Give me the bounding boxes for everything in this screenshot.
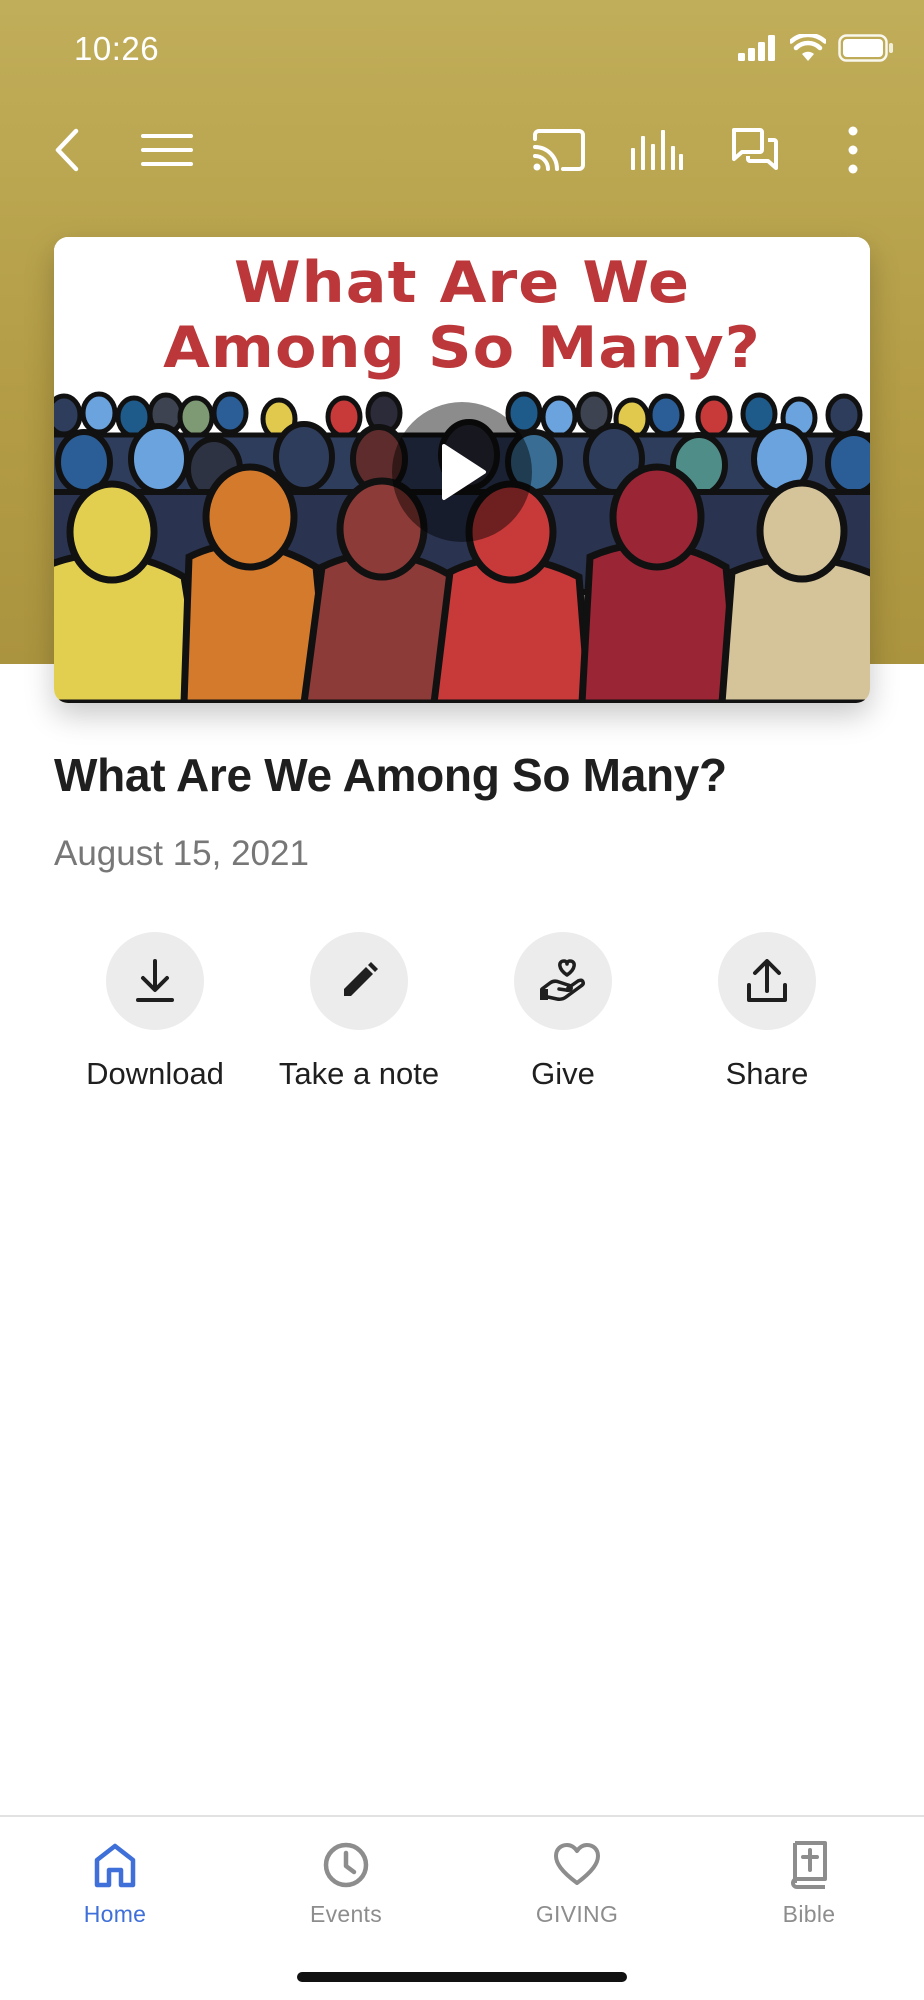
take-note-label: Take a note bbox=[278, 1056, 440, 1091]
take-note-button[interactable]: Take a note bbox=[259, 932, 459, 1092]
thumbnail-title-line1: What Are We bbox=[233, 250, 691, 316]
give-button[interactable]: Give bbox=[463, 932, 663, 1092]
nav-home[interactable]: Home bbox=[15, 1835, 215, 1928]
wifi-icon bbox=[790, 34, 826, 61]
nav-events-label: Events bbox=[309, 1901, 383, 1927]
nav-bible-label: Bible bbox=[782, 1901, 836, 1927]
share-icon bbox=[747, 959, 787, 1002]
video-thumbnail[interactable]: What Are We Among So Many? bbox=[54, 237, 870, 703]
nav-events[interactable]: Events bbox=[246, 1835, 446, 1928]
hamburger-menu-icon bbox=[141, 134, 193, 166]
chevron-left-icon bbox=[55, 128, 79, 172]
bible-icon bbox=[791, 1841, 827, 1889]
give-heart-hand-icon bbox=[540, 959, 585, 1001]
signal-icon bbox=[738, 35, 775, 61]
battery-icon bbox=[838, 34, 893, 62]
play-icon bbox=[442, 444, 486, 500]
download-circle bbox=[106, 932, 204, 1030]
sermon-date: August 15, 2021 bbox=[54, 834, 309, 873]
thumbnail-title: What Are We Among So Many? bbox=[54, 251, 870, 381]
clock-icon bbox=[323, 1842, 369, 1888]
back-button[interactable] bbox=[32, 110, 102, 190]
pencil-icon bbox=[344, 962, 378, 996]
sermon-title: What Are We Among So Many? bbox=[54, 749, 727, 801]
nav-giving-label: GIVING bbox=[535, 1901, 619, 1927]
chat-bubbles-icon bbox=[732, 128, 778, 170]
nav-bible[interactable]: Bible bbox=[709, 1835, 909, 1928]
take-note-circle bbox=[310, 932, 408, 1030]
download-icon bbox=[136, 959, 174, 1002]
play-button[interactable] bbox=[392, 402, 532, 542]
more-options-button[interactable] bbox=[818, 110, 888, 190]
audio-button[interactable] bbox=[622, 110, 692, 190]
cast-button[interactable] bbox=[524, 110, 594, 190]
toolbar bbox=[0, 110, 924, 190]
nav-giving[interactable]: GIVING bbox=[477, 1835, 677, 1928]
nav-home-label: Home bbox=[83, 1901, 147, 1927]
share-label: Share bbox=[725, 1056, 809, 1091]
status-time: 10:26 bbox=[74, 30, 160, 67]
home-icon bbox=[94, 1843, 136, 1888]
give-circle bbox=[514, 932, 612, 1030]
heart-icon bbox=[554, 1843, 600, 1885]
cast-icon bbox=[533, 129, 585, 171]
share-button[interactable]: Share bbox=[667, 932, 867, 1092]
home-indicator bbox=[297, 1972, 627, 1982]
menu-button[interactable] bbox=[132, 110, 202, 190]
download-label: Download bbox=[86, 1056, 224, 1091]
download-button[interactable]: Download bbox=[55, 932, 255, 1092]
more-vertical-icon bbox=[848, 126, 858, 174]
give-label: Give bbox=[531, 1056, 595, 1091]
audio-bars-icon bbox=[631, 130, 683, 170]
action-row: Download Take a note Give Share bbox=[0, 932, 924, 1102]
share-circle bbox=[718, 932, 816, 1030]
status-bar: 10:26 bbox=[0, 0, 924, 100]
status-icons bbox=[738, 34, 894, 62]
thumbnail-title-line2: Among So Many? bbox=[163, 315, 761, 381]
chat-button[interactable] bbox=[720, 110, 790, 190]
